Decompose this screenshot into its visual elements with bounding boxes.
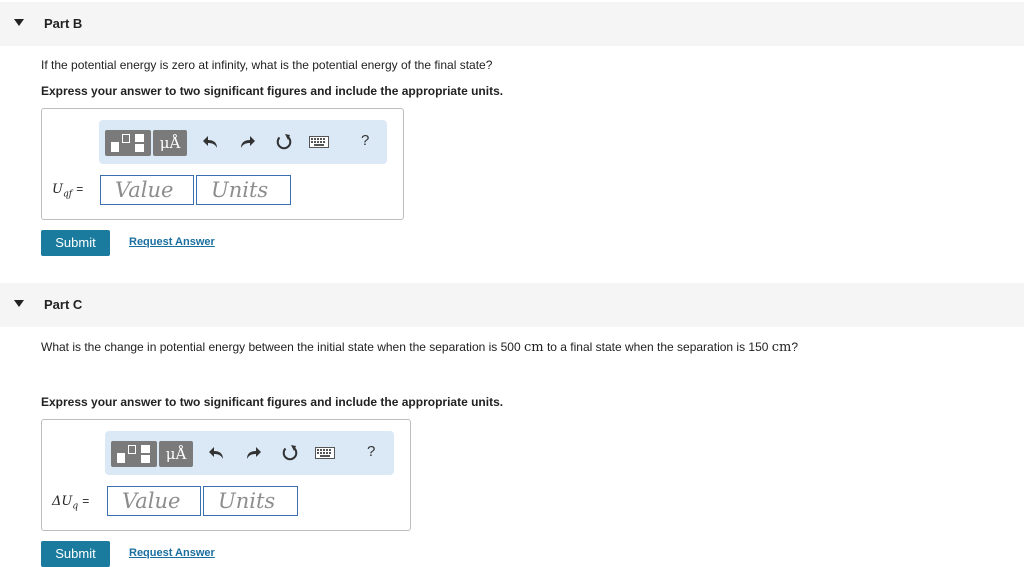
redo-icon[interactable]	[235, 130, 259, 154]
submit-button[interactable]: Submit	[41, 230, 110, 256]
question-text-mid: to a final state when the separation is …	[546, 340, 769, 354]
caret-down-icon[interactable]	[14, 300, 24, 307]
help-icon[interactable]: ?	[361, 132, 369, 149]
variable-symbol: U	[52, 182, 63, 197]
templates-icon[interactable]	[105, 130, 151, 156]
part-b-question: If the potential energy is zero at infin…	[41, 58, 493, 72]
part-c-answer-box: μÅ ? ΔUq = Value Units	[41, 419, 411, 531]
equals-sign: =	[82, 494, 90, 508]
undo-icon[interactable]	[199, 130, 223, 154]
variable-subscript: qf	[62, 189, 73, 200]
part-c-title: Part C	[44, 297, 83, 312]
units-icon[interactable]: μÅ	[159, 441, 193, 467]
question-text-start: What is the change in potential energy b…	[41, 340, 521, 354]
math-toolbar: μÅ ?	[105, 431, 394, 475]
units-input[interactable]: Units	[203, 486, 298, 516]
request-answer-link[interactable]: Request Answer	[129, 236, 215, 248]
part-c-header[interactable]: Part C	[0, 283, 1024, 327]
part-b-answer-box: μÅ ? Uqf = Value Units	[41, 108, 404, 220]
variable-symbol: ΔU	[52, 494, 73, 509]
equals-sign: =	[76, 182, 84, 196]
unit-cm: cm	[524, 340, 544, 355]
request-answer-link[interactable]: Request Answer	[129, 547, 215, 559]
caret-down-icon[interactable]	[14, 19, 24, 26]
keyboard-icon[interactable]	[307, 130, 331, 154]
question-mark: ?	[791, 340, 799, 354]
variable-subscript: q	[72, 501, 79, 512]
units-icon[interactable]: μÅ	[153, 130, 187, 156]
variable-label: ΔUq =	[52, 494, 89, 512]
reset-icon[interactable]	[272, 130, 296, 154]
part-b-instruction: Express your answer to two significant f…	[41, 84, 504, 98]
part-b-title: Part B	[44, 16, 83, 31]
part-c-instruction: Express your answer to two significant f…	[41, 395, 504, 409]
submit-button[interactable]: Submit	[41, 541, 110, 567]
templates-icon[interactable]	[111, 441, 157, 467]
redo-icon[interactable]	[241, 441, 265, 465]
unit-cm: cm	[771, 340, 792, 355]
undo-icon[interactable]	[205, 441, 229, 465]
units-input[interactable]: Units	[196, 175, 291, 205]
keyboard-icon[interactable]	[313, 441, 337, 465]
reset-icon[interactable]	[278, 441, 302, 465]
variable-label: Uqf =	[52, 182, 83, 200]
part-b-header[interactable]: Part B	[0, 2, 1024, 46]
help-icon[interactable]: ?	[367, 443, 375, 460]
math-toolbar: μÅ ?	[99, 120, 387, 164]
value-input[interactable]: Value	[100, 175, 194, 205]
value-input[interactable]: Value	[107, 486, 201, 516]
part-c-question: What is the change in potential energy b…	[41, 340, 798, 355]
